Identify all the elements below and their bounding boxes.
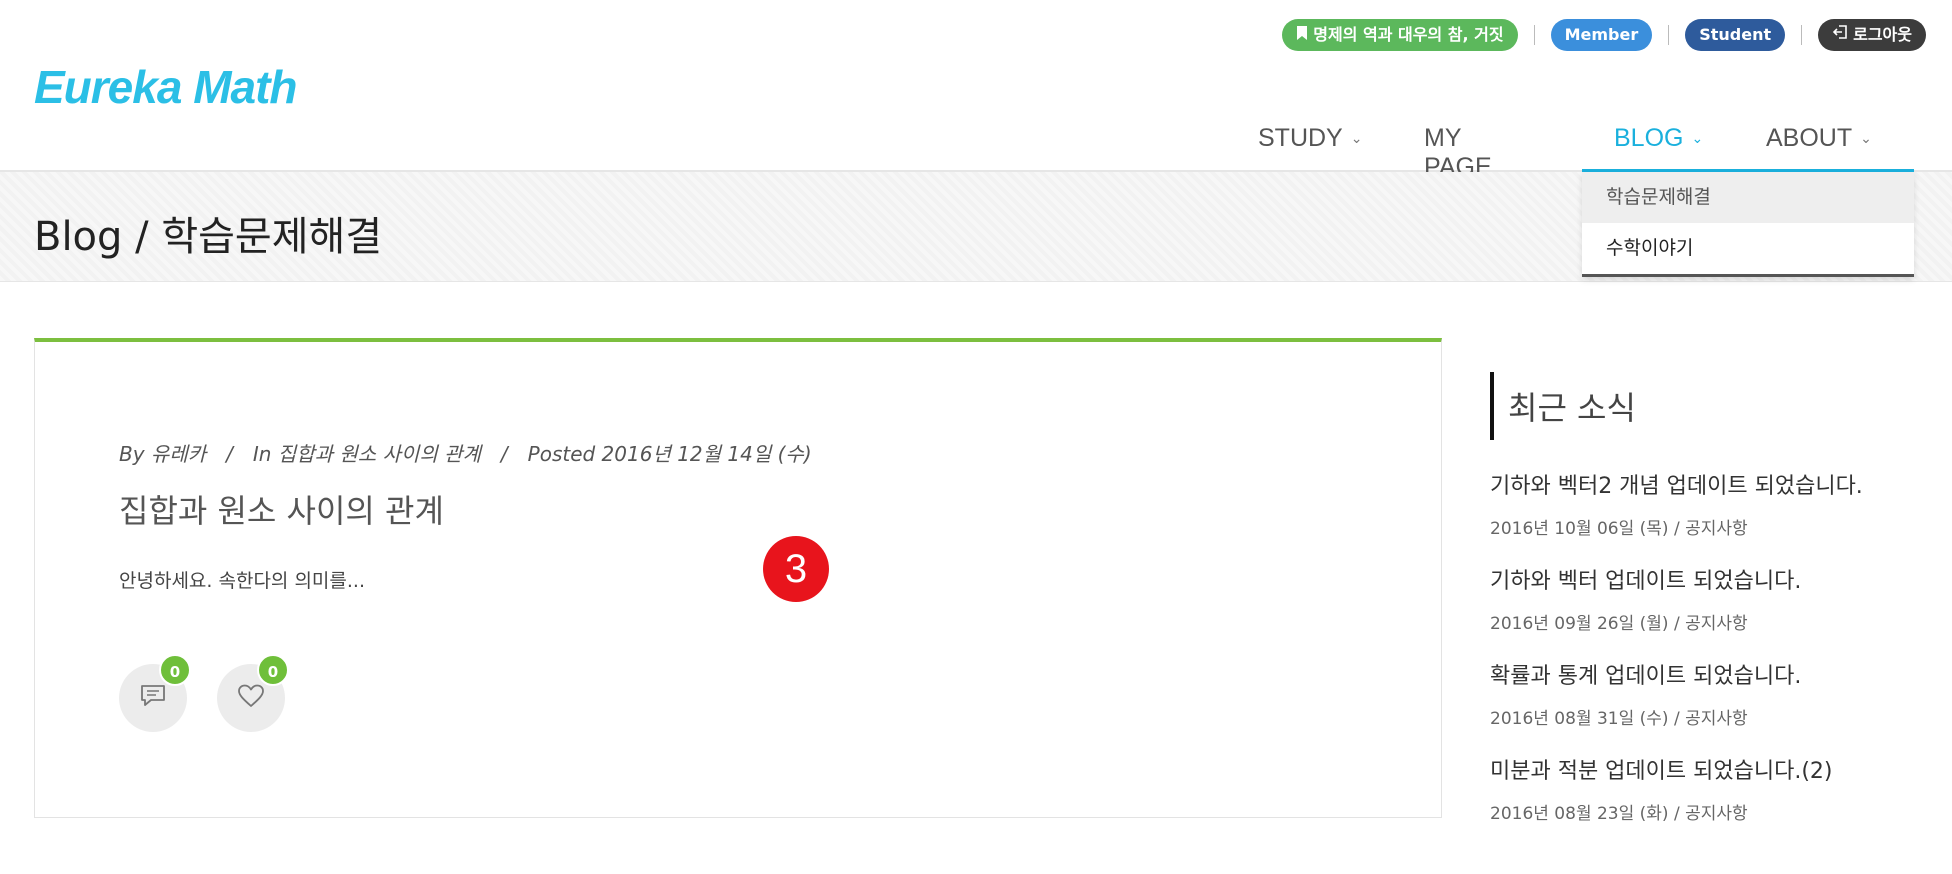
news-meta: 2016년 08월 31일 (수) / 공지사항: [1490, 709, 1748, 729]
current-topic-label: 명제의 역과 대우의 참, 거짓: [1313, 25, 1504, 44]
blog-dropdown-menu: 학습문제해결 수학이야기: [1582, 172, 1914, 277]
post-date: Posted 2016년 12월 14일 (수): [527, 442, 812, 466]
sidebar-recent-news: 최근 소식 기하와 벡터2 개념 업데이트 되었습니다. 2016년 10월 0…: [1490, 372, 1930, 852]
member-button[interactable]: Member: [1550, 19, 1653, 51]
nav-study-label: STUDY: [1258, 124, 1343, 152]
news-title[interactable]: 미분과 적분 업데이트 되었습니다.(2): [1490, 757, 1930, 787]
site-logo[interactable]: Eureka Math: [34, 60, 298, 114]
news-meta: 2016년 08월 23일 (화) / 공지사항: [1490, 804, 1748, 824]
news-meta: 2016년 09월 26일 (월) / 공지사항: [1490, 614, 1748, 634]
meta-separator: /: [500, 442, 508, 466]
dropdown-item-problem-solving[interactable]: 학습문제해결: [1582, 172, 1914, 223]
page-title: Blog / 학습문제해결: [34, 214, 383, 260]
bookmark-icon: [1296, 19, 1308, 51]
chevron-down-icon: ⌄: [1350, 130, 1363, 146]
nav-blog[interactable]: BLOG ⌄: [1614, 110, 1703, 172]
logout-label: 로그아웃: [1853, 25, 1912, 44]
separator: [1668, 25, 1670, 45]
comment-icon: [139, 683, 167, 713]
logout-icon: [1832, 19, 1848, 51]
post-title[interactable]: 집합과 원소 사이의 관계: [119, 486, 444, 532]
news-item: 확률과 통계 업데이트 되었습니다. 2016년 08월 31일 (수) / 공…: [1490, 662, 1930, 729]
news-title[interactable]: 기하와 벡터2 개념 업데이트 되었습니다.: [1490, 472, 1930, 502]
student-button[interactable]: Student: [1685, 19, 1786, 51]
top-utility-bar: 명제의 역과 대우의 참, 거짓 Member Student 로그아웃: [1282, 19, 1926, 51]
post-card: By 유레카 / In 집합과 원소 사이의 관계 / Posted 2016년 12월…: [34, 338, 1442, 818]
step-number-badge: 3: [763, 536, 829, 602]
separator: [1801, 25, 1803, 45]
news-title[interactable]: 확률과 통계 업데이트 되었습니다.: [1490, 662, 1930, 692]
like-count-badge: 0: [257, 654, 289, 686]
news-item: 미분과 적분 업데이트 되었습니다.(2) 2016년 08월 23일 (화) …: [1490, 757, 1930, 824]
nav-about[interactable]: ABOUT ⌄: [1766, 110, 1872, 172]
news-item: 기하와 벡터2 개념 업데이트 되었습니다. 2016년 10월 06일 (목)…: [1490, 472, 1930, 539]
chevron-down-icon: ⌄: [1691, 130, 1704, 146]
nav-study[interactable]: STUDY ⌄: [1258, 110, 1362, 172]
current-topic-button[interactable]: 명제의 역과 대우의 참, 거짓: [1282, 19, 1518, 51]
comment-count-badge: 0: [159, 654, 191, 686]
site-header: Eureka Math 명제의 역과 대우의 참, 거짓 Member Stud…: [0, 0, 1952, 181]
news-title[interactable]: 기하와 벡터 업데이트 되었습니다.: [1490, 567, 1930, 597]
nav-blog-label: BLOG: [1614, 124, 1684, 152]
news-meta: 2016년 10월 06일 (목) / 공지사항: [1490, 519, 1748, 539]
comment-button[interactable]: 0: [119, 654, 191, 732]
chevron-down-icon: ⌄: [1860, 130, 1872, 146]
meta-separator: /: [226, 442, 233, 466]
post-meta: By 유레카 / In 집합과 원소 사이의 관계 / Posted 2016년 12월…: [119, 438, 812, 467]
nav-about-label: ABOUT: [1766, 124, 1853, 152]
news-list: 기하와 벡터2 개념 업데이트 되었습니다. 2016년 10월 06일 (목)…: [1490, 472, 1930, 824]
news-item: 기하와 벡터 업데이트 되었습니다. 2016년 09월 26일 (월) / 공…: [1490, 567, 1930, 634]
post-excerpt: 안녕하세요. 속한다의 의미를...: [119, 570, 365, 592]
heart-icon: [237, 683, 265, 713]
sidebar-heading: 최근 소식: [1490, 372, 1930, 440]
nav-my-page[interactable]: MY PAGE: [1424, 110, 1492, 181]
separator: [1533, 25, 1535, 45]
logout-button[interactable]: 로그아웃: [1818, 19, 1926, 51]
dropdown-item-math-story[interactable]: 수학이야기: [1582, 223, 1914, 274]
post-category[interactable]: In 집합과 원소 사이의 관계: [253, 442, 481, 466]
like-button[interactable]: 0: [217, 654, 289, 732]
post-author[interactable]: By 유레카: [119, 442, 206, 466]
